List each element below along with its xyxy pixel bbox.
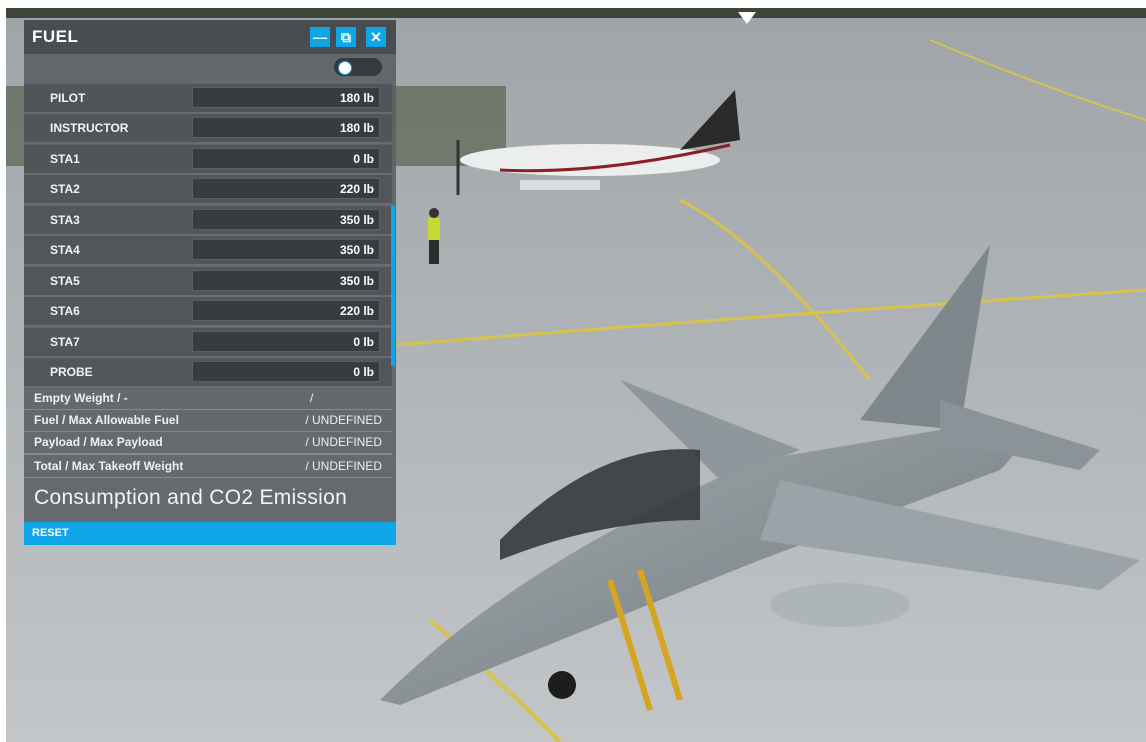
summary-value: / UNDEFINED (305, 459, 382, 473)
reset-label: RESET (32, 527, 69, 539)
summary-row-total: Total / Max Takeoff Weight / UNDEFINED (24, 454, 392, 478)
payload-row-sta3: STA3 350 lb (24, 206, 392, 236)
payload-row-instructor: INSTRUCTOR 180 lb (24, 114, 392, 144)
row-label: PILOT (50, 91, 86, 105)
payload-row-sta4: STA4 350 lb (24, 236, 392, 266)
toggle-knob (338, 61, 352, 75)
weight-input[interactable]: 180 lb (192, 117, 380, 138)
row-label: STA7 (50, 335, 80, 349)
summary-value: / UNDEFINED (305, 435, 382, 449)
weight-input[interactable]: 220 lb (192, 300, 380, 321)
summary-row-payload: Payload / Max Payload / UNDEFINED (24, 431, 392, 454)
reset-button[interactable]: RESET (24, 522, 396, 545)
payload-row-probe: PROBE 0 lb (24, 358, 392, 388)
fuel-panel: FUEL — ⧉ ✕ PILOT 180 lb INSTRUCTOR 180 l… (24, 20, 396, 545)
external-window-icon: ⧉ (341, 29, 351, 45)
row-label: STA4 (50, 243, 80, 257)
scrollbar[interactable] (391, 206, 395, 366)
summary-label: Empty Weight / - (34, 391, 128, 405)
weight-input[interactable]: 350 lb (192, 239, 380, 260)
payload-row-pilot: PILOT 180 lb (24, 84, 392, 114)
weight-input[interactable]: 0 lb (192, 148, 380, 169)
close-icon: ✕ (370, 29, 382, 45)
summary-value: / UNDEFINED (305, 413, 382, 427)
payload-row-sta2: STA2 220 lb (24, 175, 392, 205)
row-label: STA1 (50, 152, 80, 166)
row-label: INSTRUCTOR (50, 121, 129, 135)
weight-input[interactable]: 0 lb (192, 361, 380, 382)
payload-row-sta6: STA6 220 lb (24, 297, 392, 327)
payload-row-sta7: STA7 0 lb (24, 328, 392, 358)
consumption-heading[interactable]: Consumption and CO2 Emission (34, 486, 347, 510)
display-toggle[interactable] (334, 58, 382, 76)
undock-button[interactable]: ⧉ (336, 27, 356, 47)
summary-label: Total / Max Takeoff Weight (34, 459, 184, 473)
row-label: STA6 (50, 304, 80, 318)
summary-label: Fuel / Max Allowable Fuel (34, 413, 179, 427)
summary-row-fuel: Fuel / Max Allowable Fuel / UNDEFINED (24, 409, 392, 432)
summary-label: Payload / Max Payload (34, 435, 163, 449)
weight-input[interactable]: 350 lb (192, 209, 380, 230)
weight-input[interactable]: 350 lb (192, 270, 380, 291)
weight-input[interactable]: 180 lb (192, 87, 380, 108)
weight-input[interactable]: 220 lb (192, 178, 380, 199)
panel-titlebar[interactable]: FUEL — ⧉ ✕ (24, 20, 396, 54)
treeline (6, 8, 1146, 18)
row-label: PROBE (50, 365, 93, 379)
panel-title: FUEL (32, 27, 79, 46)
summary-row-empty-weight: Empty Weight / - / (24, 387, 392, 410)
row-label: STA5 (50, 274, 80, 288)
row-label: STA2 (50, 182, 80, 196)
summary-value: / (310, 391, 314, 405)
payload-row-sta1: STA1 0 lb (24, 145, 392, 175)
close-button[interactable]: ✕ (366, 27, 386, 47)
payload-row-sta5: STA5 350 lb (24, 267, 392, 297)
minus-icon: — (313, 29, 327, 45)
row-label: STA3 (50, 213, 80, 227)
weight-input[interactable]: 0 lb (192, 331, 380, 352)
minimize-button[interactable]: — (310, 27, 330, 47)
